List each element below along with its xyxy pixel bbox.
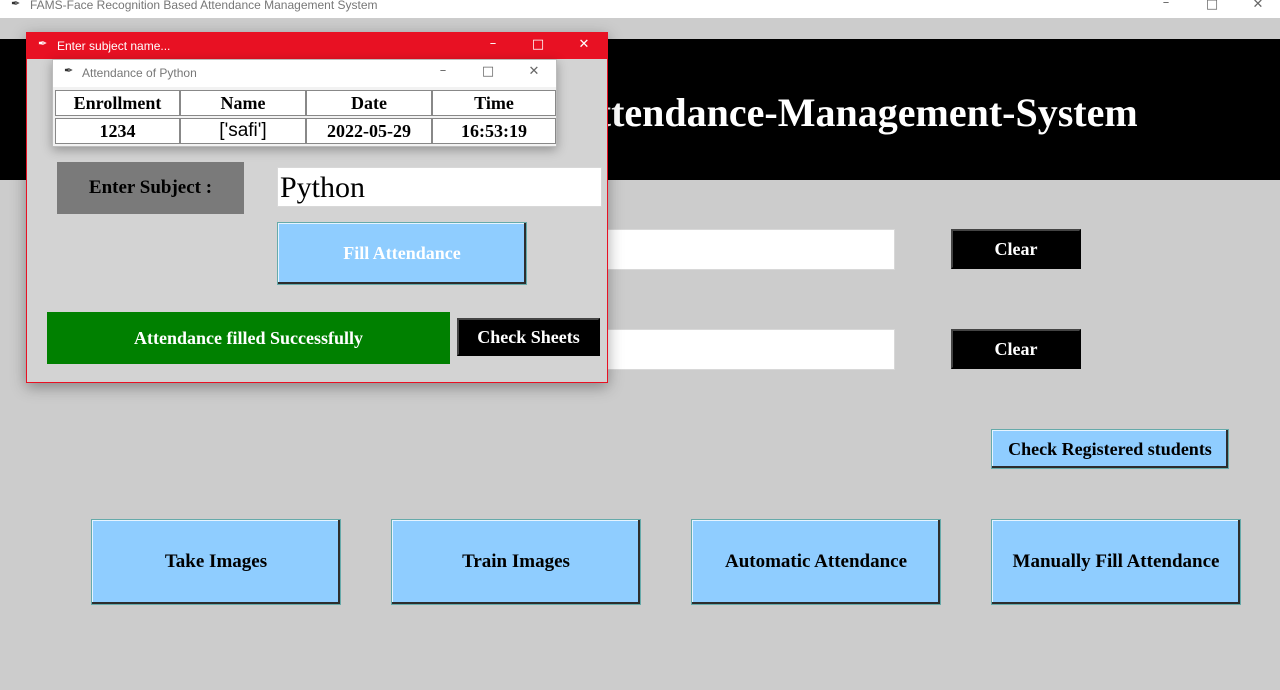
maximize-icon[interactable]: □	[478, 64, 498, 79]
table-cell-enrollment: 1234	[55, 118, 180, 144]
train-images-button[interactable]: Train Images	[391, 519, 641, 605]
attendance-window-titlebar[interactable]: ✒ Attendance of Python – □ ✕	[53, 60, 556, 87]
close-icon[interactable]: ✕	[1247, 0, 1269, 12]
table-header-enrollment: Enrollment	[55, 90, 180, 116]
check-registered-students-button[interactable]: Check Registered students	[991, 429, 1229, 469]
subject-dialog-title: Enter subject name...	[57, 39, 171, 53]
table-header-time: Time	[432, 90, 556, 116]
maximize-icon[interactable]: □	[528, 37, 548, 52]
table-cell-date: 2022-05-29	[306, 118, 432, 144]
automatic-attendance-button[interactable]: Automatic Attendance	[691, 519, 941, 605]
feather-icon: ✒	[64, 65, 74, 77]
fill-attendance-button[interactable]: Fill Attendance	[277, 222, 527, 285]
subject-dialog-titlebar[interactable]: ✒ Enter subject name... – □ ✕	[27, 33, 607, 59]
feather-icon: ✒	[38, 38, 48, 50]
subject-input[interactable]: Python	[277, 167, 602, 207]
table-header-name: Name	[180, 90, 306, 116]
manually-fill-attendance-button[interactable]: Manually Fill Attendance	[991, 519, 1241, 605]
minimize-icon[interactable]: –	[433, 63, 453, 78]
attendance-window-title: Attendance of Python	[82, 66, 197, 80]
table-cell-name: ['safi']	[180, 118, 306, 144]
minimize-icon[interactable]: –	[483, 36, 503, 51]
close-icon[interactable]: ✕	[574, 37, 594, 52]
feather-icon: ✒	[11, 0, 21, 10]
table-header-date: Date	[306, 90, 432, 116]
table-cell-time: 16:53:19	[432, 118, 556, 144]
main-titlebar: ✒ FAMS-Face Recognition Based Attendance…	[0, 0, 1280, 18]
minimize-icon[interactable]: –	[1155, 0, 1177, 10]
take-images-button[interactable]: Take Images	[91, 519, 341, 605]
close-icon[interactable]: ✕	[524, 64, 544, 79]
clear-button-2[interactable]: Clear	[951, 329, 1081, 369]
clear-button-1[interactable]: Clear	[951, 229, 1081, 269]
maximize-icon[interactable]: □	[1201, 0, 1223, 12]
check-sheets-button[interactable]: Check Sheets	[457, 318, 600, 356]
attendance-window: ✒ Attendance of Python – □ ✕ Enrollment …	[52, 59, 557, 147]
enter-subject-label: Enter Subject :	[57, 162, 244, 214]
success-message: Attendance filled Successfully	[47, 312, 450, 364]
main-window-title: FAMS-Face Recognition Based Attendance M…	[30, 0, 378, 12]
